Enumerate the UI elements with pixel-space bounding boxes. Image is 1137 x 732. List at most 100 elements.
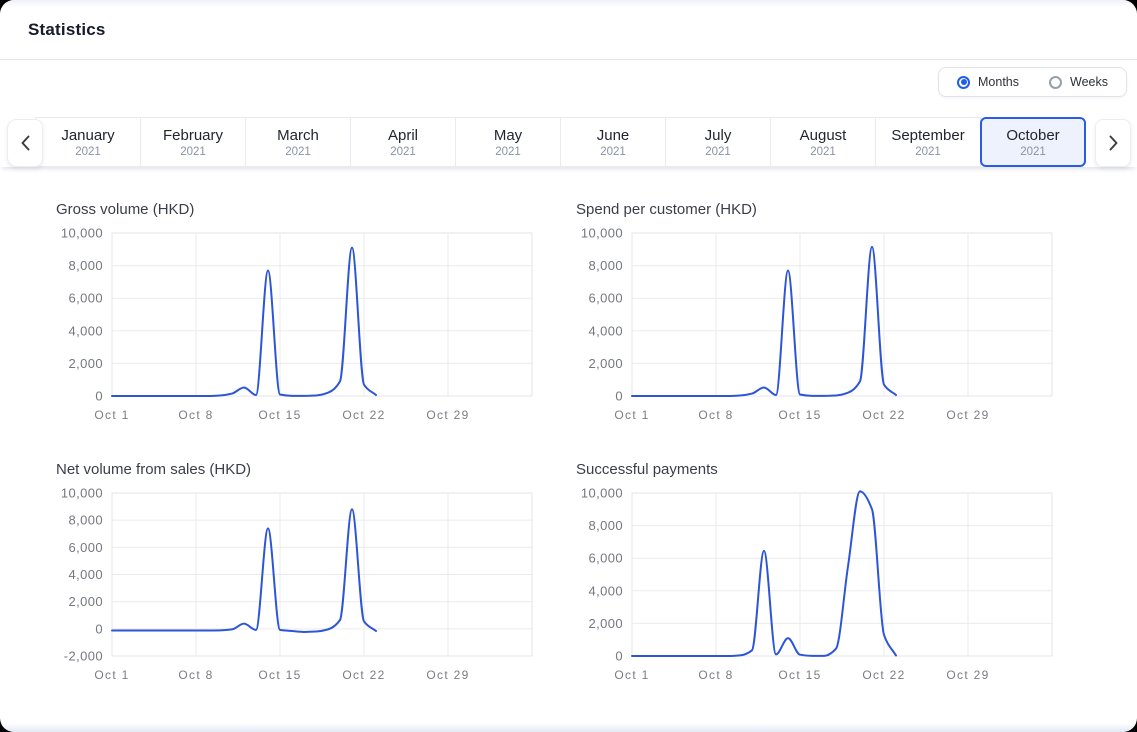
month-year: 2021 bbox=[495, 146, 521, 158]
y-tick-label: 4,000 bbox=[68, 567, 103, 582]
y-tick-label: 0 bbox=[615, 649, 623, 664]
month-year: 2021 bbox=[180, 146, 206, 158]
month-year: 2021 bbox=[1020, 146, 1046, 158]
y-tick-label: 0 bbox=[95, 621, 103, 636]
line-series bbox=[112, 248, 376, 396]
chevron-right-icon bbox=[1109, 135, 1118, 151]
month-card-july[interactable]: July 2021 bbox=[665, 117, 771, 167]
line-series bbox=[632, 247, 896, 396]
x-axis-labels: Oct 1Oct 8Oct 15Oct 22Oct 29 bbox=[614, 408, 989, 422]
plot-border bbox=[112, 233, 532, 396]
month-name: September bbox=[891, 127, 964, 145]
x-axis-labels: Oct 1Oct 8Oct 15Oct 22Oct 29 bbox=[94, 668, 469, 682]
month-year: 2021 bbox=[915, 146, 941, 158]
y-tick-label: 8,000 bbox=[588, 258, 623, 273]
x-axis-labels: Oct 1Oct 8Oct 15Oct 22Oct 29 bbox=[94, 408, 469, 422]
toggle-option-label: Months bbox=[978, 75, 1019, 89]
plot-border bbox=[632, 233, 1052, 396]
y-tick-label: 0 bbox=[615, 389, 623, 404]
chart-successful-payments: Successful payments02,0004,0006,0008,000… bbox=[575, 461, 1055, 693]
gridlines bbox=[112, 233, 532, 396]
month-carousel: January 2021 February 2021 March 2021 Ap… bbox=[0, 117, 1137, 167]
line-series bbox=[112, 509, 376, 632]
month-card-february[interactable]: February 2021 bbox=[140, 117, 246, 167]
month-card-january[interactable]: January 2021 bbox=[35, 117, 141, 167]
x-tick-label: Oct 22 bbox=[342, 408, 385, 422]
month-card-april[interactable]: April 2021 bbox=[350, 117, 456, 167]
chart-plot-net-volume: -2,00002,0004,0006,0008,00010,000Oct 1Oc… bbox=[55, 488, 535, 688]
month-year: 2021 bbox=[390, 146, 416, 158]
page-title: Statistics bbox=[28, 20, 106, 40]
month-card-june[interactable]: June 2021 bbox=[560, 117, 666, 167]
y-tick-label: 4,000 bbox=[68, 323, 103, 338]
month-year: 2021 bbox=[285, 146, 311, 158]
x-tick-label: Oct 1 bbox=[94, 668, 129, 682]
plot-border bbox=[632, 493, 1052, 656]
y-tick-label: 10,000 bbox=[581, 228, 623, 241]
y-tick-label: 2,000 bbox=[588, 356, 623, 371]
x-tick-label: Oct 29 bbox=[426, 668, 469, 682]
y-tick-label: 4,000 bbox=[588, 323, 623, 338]
month-name: August bbox=[800, 127, 847, 145]
y-axis-labels: -2,00002,0004,0006,0008,00010,000 bbox=[61, 488, 103, 664]
y-axis-labels: 0 2,000 4,000 6,000 8,000 10,000 bbox=[581, 228, 623, 404]
radio-selected-icon bbox=[957, 76, 970, 89]
month-name: October bbox=[1006, 127, 1059, 145]
month-name: April bbox=[388, 127, 418, 145]
month-name: January bbox=[61, 127, 114, 145]
month-year: 2021 bbox=[810, 146, 836, 158]
carousel-prev-button[interactable] bbox=[7, 119, 43, 167]
month-card-march[interactable]: March 2021 bbox=[245, 117, 351, 167]
radio-unselected-icon bbox=[1049, 76, 1062, 89]
month-year: 2021 bbox=[705, 146, 731, 158]
y-tick-label: 6,000 bbox=[588, 291, 623, 306]
line-series bbox=[632, 491, 896, 656]
chart-spend-per-customer: Spend per customer (HKD) 0 2,000 4,000 6,000… bbox=[575, 201, 1055, 433]
y-axis-labels: 02,0004,0006,0008,00010,000 bbox=[61, 228, 103, 404]
y-tick-label: 10,000 bbox=[61, 228, 103, 241]
month-card-october[interactable]: October 2021 bbox=[980, 117, 1086, 167]
month-year: 2021 bbox=[75, 146, 101, 158]
y-tick-label: -2,000 bbox=[64, 649, 103, 664]
y-tick-label: 6,000 bbox=[68, 540, 103, 555]
y-tick-label: 10,000 bbox=[61, 488, 103, 501]
toggle-option-weeks[interactable]: Weeks bbox=[1049, 75, 1108, 89]
x-tick-label: Oct 15 bbox=[258, 668, 301, 682]
y-tick-label: 2,000 bbox=[588, 616, 623, 631]
x-tick-label: Oct 8 bbox=[178, 668, 213, 682]
y-tick-label: 0 bbox=[95, 389, 103, 404]
period-toggle: Months Weeks bbox=[938, 67, 1127, 97]
chart-plot-gross-volume: 02,0004,0006,0008,00010,000Oct 1Oct 8Oct… bbox=[55, 228, 535, 428]
y-tick-label: 4,000 bbox=[588, 583, 623, 598]
y-tick-label: 8,000 bbox=[588, 518, 623, 533]
x-tick-label: Oct 8 bbox=[178, 408, 213, 422]
x-tick-label: Oct 8 bbox=[698, 408, 733, 422]
toggle-option-months[interactable]: Months bbox=[957, 75, 1019, 89]
chart-plot-successful-payments: 02,0004,0006,0008,00010,000Oct 1Oct 8Oct… bbox=[575, 488, 1055, 688]
y-tick-label: 8,000 bbox=[68, 513, 103, 528]
x-tick-label: Oct 1 bbox=[614, 408, 649, 422]
month-card-may[interactable]: May 2021 bbox=[455, 117, 561, 167]
toolbar: Months Weeks bbox=[0, 60, 1137, 104]
chart-title-successful-payments: Successful payments bbox=[576, 461, 1055, 478]
chart-title-spend-per-customer: Spend per customer (HKD) bbox=[576, 201, 1055, 218]
x-tick-label: Oct 29 bbox=[946, 408, 989, 422]
x-tick-label: Oct 1 bbox=[614, 668, 649, 682]
gridlines bbox=[632, 233, 1052, 396]
month-name: July bbox=[705, 127, 732, 145]
x-tick-label: Oct 29 bbox=[946, 668, 989, 682]
x-tick-label: Oct 15 bbox=[778, 668, 821, 682]
month-name: June bbox=[597, 127, 630, 145]
month-card-september[interactable]: September 2021 bbox=[875, 117, 981, 167]
chart-plot-spend-per-customer: 0 2,000 4,000 6,000 8,000 10,000 Oct 1 Oct 8 Oct… bbox=[575, 228, 1055, 428]
month-name: May bbox=[494, 127, 522, 145]
carousel-next-button[interactable] bbox=[1095, 119, 1131, 167]
month-year: 2021 bbox=[600, 146, 626, 158]
toggle-option-label: Weeks bbox=[1070, 75, 1108, 89]
x-tick-label: Oct 8 bbox=[698, 668, 733, 682]
x-tick-label: Oct 1 bbox=[94, 408, 129, 422]
month-name: March bbox=[277, 127, 319, 145]
header: Statistics bbox=[0, 0, 1137, 60]
month-card-august[interactable]: August 2021 bbox=[770, 117, 876, 167]
month-strip: January 2021 February 2021 March 2021 Ap… bbox=[35, 117, 1137, 167]
